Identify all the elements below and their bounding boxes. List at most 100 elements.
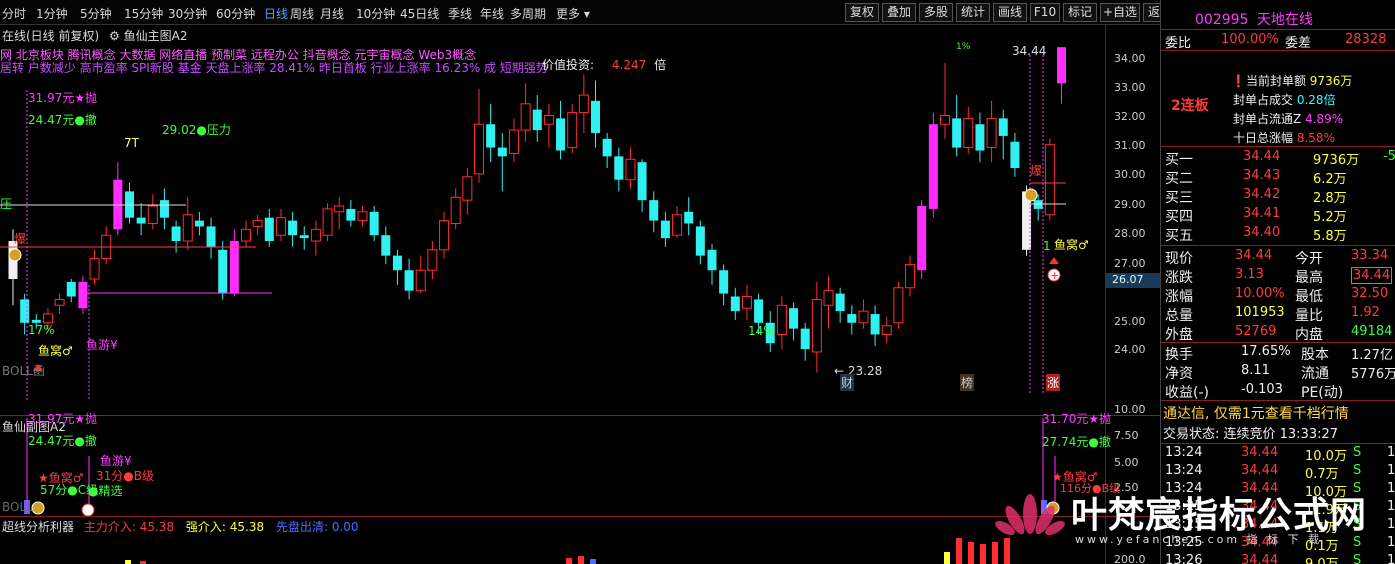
candle-body[interactable] <box>835 293 845 312</box>
candle-body[interactable] <box>486 124 496 148</box>
candle-body[interactable] <box>1057 47 1066 84</box>
candle-body[interactable] <box>649 200 659 221</box>
candle-body[interactable] <box>299 235 309 239</box>
candle-body[interactable] <box>54 298 65 306</box>
candle-body[interactable] <box>893 287 904 324</box>
bottom-title[interactable]: 超线分析利器 <box>2 520 74 534</box>
candle-body[interactable] <box>707 249 717 271</box>
notice-link[interactable]: 通达信, 仅需1元查看千档行情 <box>1163 403 1349 423</box>
candle-body[interactable] <box>218 249 228 294</box>
bottom-indicator[interactable]: 超线分析利器 主力介入: 45.38 强介入: 45.38 先盘出清: 0.00 <box>0 517 1105 564</box>
toolbar-button-3[interactable]: 统计 <box>956 3 990 22</box>
candle-body[interactable] <box>602 138 612 157</box>
candle-body[interactable] <box>998 118 1008 136</box>
candle-body[interactable] <box>334 205 345 213</box>
candle-body[interactable] <box>147 205 158 225</box>
candle-body[interactable] <box>439 220 450 251</box>
period-tab-14[interactable]: 更多 ▾ <box>556 5 590 22</box>
bid-row[interactable]: 买三 34.42 2.8万 <box>1161 186 1395 206</box>
candle-body[interactable] <box>591 100 600 133</box>
candle-body[interactable] <box>229 241 239 294</box>
candle-body[interactable] <box>182 214 193 242</box>
candle-body[interactable] <box>637 162 647 201</box>
candle-body[interactable] <box>684 211 694 224</box>
cai-badge[interactable]: 财 <box>840 374 855 391</box>
candle-body[interactable] <box>986 117 997 149</box>
period-tab-0[interactable]: 分时 <box>2 5 26 22</box>
period-tab-11[interactable]: 季线 <box>448 5 472 22</box>
candle-body[interactable] <box>776 304 787 335</box>
candle-body[interactable] <box>20 299 30 323</box>
candle-body[interactable] <box>672 214 683 236</box>
candle-body[interactable] <box>381 235 391 256</box>
candle-body[interactable] <box>858 310 869 324</box>
candle-body[interactable] <box>556 118 566 151</box>
toolbar-button-2[interactable]: 多股 <box>919 3 953 22</box>
period-tab-7[interactable]: 周线 <box>290 5 314 22</box>
indicator-name[interactable]: 鱼仙主图A2 <box>124 29 188 43</box>
candle-body[interactable] <box>532 109 542 131</box>
candle-body[interactable] <box>567 112 578 149</box>
toolbar-button-4[interactable]: 画线 <box>993 3 1027 22</box>
period-tab-2[interactable]: 5分钟 <box>80 5 112 22</box>
candle-body[interactable] <box>811 298 822 353</box>
toolbar-button-6[interactable]: 标记 <box>1063 3 1097 22</box>
candle-body[interactable] <box>252 220 263 227</box>
candle-body[interactable] <box>789 308 799 329</box>
sub-indicator-canvas[interactable] <box>0 416 1105 517</box>
candle-body[interactable] <box>159 200 169 218</box>
gear-icon[interactable]: ⚙ <box>109 29 120 43</box>
candle-body[interactable] <box>719 270 729 294</box>
bid-row[interactable]: 买一 34.44 9736万 -5 <box>1161 148 1395 168</box>
main-kline-chart[interactable]: + 在线(日线 前复权) ⚙ 鱼仙主图A2 网 北京板块 腾讯概念 大数据 网络… <box>0 25 1105 415</box>
candle-body[interactable] <box>520 103 531 131</box>
candle-body[interactable] <box>89 258 100 280</box>
bid-row[interactable]: 买四 34.41 5.2万 <box>1161 205 1395 225</box>
candle-body[interactable] <box>415 269 426 292</box>
candle-body[interactable] <box>975 124 985 151</box>
candle-body[interactable] <box>952 118 962 148</box>
toolbar-button-7[interactable]: +自选 <box>1100 3 1140 22</box>
candle-body[interactable] <box>404 270 414 291</box>
candle-body[interactable] <box>940 114 950 125</box>
candle-body[interactable] <box>206 226 216 247</box>
candle-body[interactable] <box>427 249 438 271</box>
candle-body[interactable] <box>136 217 146 224</box>
candle-body[interactable] <box>264 217 274 242</box>
candle-body[interactable] <box>171 226 181 242</box>
period-tab-6[interactable]: 日线 <box>264 5 288 22</box>
candle-body[interactable] <box>800 328 810 350</box>
period-tab-5[interactable]: 60分钟 <box>216 5 255 22</box>
candle-body[interactable] <box>578 94 589 114</box>
candle-body[interactable] <box>695 226 705 256</box>
candle-body[interactable] <box>508 129 519 154</box>
period-tab-1[interactable]: 1分钟 <box>36 5 68 22</box>
candle-body[interactable] <box>543 114 554 125</box>
candle-body[interactable] <box>881 325 892 335</box>
sub-indicator-chart[interactable]: 鱼仙副图A2 31.97元★抛 24.47元●撤 鱼游¥ ★鱼窝♂ 31分●B级… <box>0 412 1120 517</box>
candle-body[interactable] <box>357 211 368 222</box>
candle-body[interactable] <box>462 176 473 201</box>
candle-body[interactable] <box>474 123 484 175</box>
candle-body[interactable] <box>754 299 764 323</box>
candle-body[interactable] <box>369 211 379 236</box>
period-tab-8[interactable]: 月线 <box>320 5 344 22</box>
candle-body[interactable] <box>450 196 461 225</box>
candle-body[interactable] <box>625 158 636 181</box>
period-tab-10[interactable]: 45日线 <box>400 5 439 22</box>
period-tab-12[interactable]: 年线 <box>480 5 504 22</box>
candle-body[interactable] <box>66 281 76 297</box>
candle-body[interactable] <box>392 255 402 271</box>
candle-body[interactable] <box>730 296 740 312</box>
candle-body[interactable] <box>905 263 916 289</box>
candle-body[interactable] <box>660 220 670 239</box>
candle-body[interactable] <box>346 208 356 221</box>
bid-row[interactable]: 买二 34.43 6.2万 <box>1161 167 1395 187</box>
candle-body[interactable] <box>1010 141 1020 169</box>
period-tab-9[interactable]: 10分钟 <box>356 5 395 22</box>
toolbar-button-1[interactable]: 叠加 <box>882 3 916 22</box>
candle-body[interactable] <box>1033 200 1043 209</box>
candle-body[interactable] <box>310 228 321 242</box>
candle-body[interactable] <box>42 313 53 324</box>
period-tab-13[interactable]: 多周期 <box>510 5 546 22</box>
